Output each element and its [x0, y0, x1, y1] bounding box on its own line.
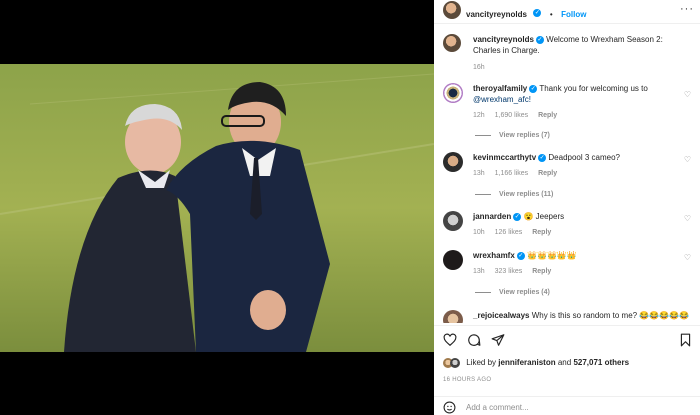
- post-header: vancityreynolds ✓ • Follow ···: [434, 0, 700, 20]
- comment-avatar[interactable]: [443, 83, 463, 103]
- verified-badge-icon: ✓: [533, 8, 542, 17]
- separator-dot: •: [549, 10, 553, 19]
- instagram-post-modal: vancityreynolds ✓ • Follow ··· vancityre…: [0, 0, 700, 415]
- comment-likes[interactable]: 1,690 likes: [495, 112, 528, 119]
- view-replies-line: [475, 134, 491, 136]
- comment-age: 13h: [473, 170, 485, 177]
- comment-age: 13h: [473, 268, 485, 275]
- caption-item: vancityreynolds ✓ Welcome to Wrexham Seas…: [443, 34, 693, 74]
- verified-badge-icon: ✓: [538, 153, 547, 162]
- caption-meta: 16h: [473, 62, 493, 73]
- reply-button[interactable]: Reply: [532, 268, 551, 275]
- caption-author-avatar[interactable]: [443, 34, 461, 52]
- post-side-panel: vancityreynolds ✓ • Follow ··· vancityre…: [434, 0, 700, 415]
- comment-text: Thank you for welcoming us to: [539, 84, 648, 93]
- comment-item: jannarden ✓ 😮 Jeepers 10h 126 likes Reply…: [443, 211, 693, 241]
- comment-bubble-icon[interactable]: [467, 333, 481, 347]
- follow-button[interactable]: Follow: [561, 10, 586, 19]
- liked-by-line: Liked by jenniferaniston and 527,071 oth…: [443, 358, 629, 368]
- comment-likes[interactable]: 1,166 likes: [495, 170, 528, 177]
- post-media: [0, 0, 434, 415]
- post-timestamp: 16 HOURS AGO: [443, 377, 492, 383]
- liked-by-username[interactable]: jenniferaniston: [498, 358, 555, 367]
- save-bookmark-icon[interactable]: [679, 333, 692, 347]
- comment-avatar[interactable]: [443, 211, 463, 231]
- comment-avatar[interactable]: [443, 310, 463, 323]
- comment-mention-link[interactable]: @wrexham_afc!: [473, 95, 531, 104]
- view-replies-line: [475, 193, 491, 195]
- comment-text: Why is this so random to me? 😂😂😂😂😂: [531, 311, 690, 320]
- comment-username[interactable]: wrexhamfx: [473, 251, 515, 260]
- comment-avatar[interactable]: [443, 152, 463, 172]
- verified-badge-icon: ✓: [513, 212, 522, 221]
- comment-meta: 13h 1,166 likes Reply: [473, 168, 565, 179]
- view-replies-line: [475, 291, 491, 293]
- comment-meta: 12h 1,690 likes Reply: [473, 110, 565, 121]
- verified-badge-icon: ✓: [516, 251, 525, 260]
- reply-button[interactable]: Reply: [538, 170, 557, 177]
- actions-divider: [434, 325, 700, 326]
- comment-likes[interactable]: 126 likes: [495, 229, 523, 236]
- post-photo-illustration: [0, 64, 434, 352]
- comment-username[interactable]: _rejoicealways: [473, 311, 529, 320]
- verified-badge-icon: ✓: [529, 84, 538, 93]
- author-username[interactable]: vancityreynolds: [466, 10, 527, 19]
- comment-meta: 10h 126 likes Reply: [473, 227, 559, 238]
- comment-meta: 13h 323 likes Reply: [473, 266, 559, 277]
- comment-text: 👑👑👑👑👑: [527, 251, 577, 260]
- caption-author-username[interactable]: vancityreynolds: [473, 35, 534, 44]
- comment-item: _rejoicealways Why is this so random to …: [443, 310, 693, 323]
- view-replies-label: View replies (11): [499, 191, 554, 198]
- comment-age: 10h: [473, 229, 485, 236]
- comment-text: Deadpool 3 cameo?: [548, 153, 620, 162]
- comment-username[interactable]: kevinmccarthytv: [473, 153, 536, 162]
- view-replies-label: View replies (4): [499, 289, 550, 296]
- comment-item: kevinmccarthytv ✓ Deadpool 3 cameo? 13h 1…: [443, 152, 693, 212]
- add-comment-input[interactable]: Add a comment...: [466, 403, 529, 412]
- view-replies-button[interactable]: View replies (4): [475, 287, 550, 298]
- post-actions: [443, 333, 693, 349]
- comment-like-heart-icon[interactable]: ♡: [684, 154, 691, 165]
- comment-like-heart-icon[interactable]: ♡: [684, 252, 691, 263]
- view-replies-button[interactable]: View replies (11): [475, 189, 553, 200]
- comments-list[interactable]: vancityreynolds ✓ Welcome to Wrexham Seas…: [434, 28, 700, 323]
- post-photo[interactable]: [0, 64, 434, 352]
- comment-item: wrexhamfx ✓ 👑👑👑👑👑 13h 323 likes Reply ♡ V…: [443, 250, 693, 310]
- add-comment-bar: Add a comment...: [434, 398, 700, 415]
- reply-button[interactable]: Reply: [532, 229, 551, 236]
- comment-text: 😮 Jeepers: [523, 212, 565, 221]
- liked-by-others-count[interactable]: 527,071 others: [573, 358, 629, 367]
- like-heart-icon[interactable]: [443, 333, 457, 347]
- author-avatar[interactable]: [443, 1, 461, 19]
- comment-username[interactable]: theroyalfamily: [473, 84, 527, 93]
- comment-likes[interactable]: 323 likes: [495, 268, 523, 275]
- more-options-icon[interactable]: ···: [680, 3, 694, 15]
- comment-like-heart-icon[interactable]: ♡: [684, 213, 691, 224]
- comment-username[interactable]: jannarden: [473, 212, 511, 221]
- liker-avatar[interactable]: [450, 358, 460, 368]
- comment-age: 12h: [473, 112, 485, 119]
- view-replies-label: View replies (7): [499, 132, 550, 139]
- comment-avatar[interactable]: [443, 250, 463, 270]
- emoji-smiley-icon[interactable]: [443, 401, 456, 414]
- liked-by-label: Liked by: [466, 358, 497, 368]
- add-comment-divider: [434, 396, 700, 397]
- comment-item: theroyalfamily ✓ Thank you for welcoming …: [443, 83, 693, 143]
- header-divider: [434, 23, 700, 24]
- share-paper-plane-icon[interactable]: [491, 333, 505, 347]
- comment-like-heart-icon[interactable]: ♡: [684, 89, 691, 100]
- caption-age: 16h: [473, 64, 485, 71]
- verified-badge-icon: ✓: [535, 35, 544, 44]
- view-replies-button[interactable]: View replies (7): [475, 130, 550, 141]
- reply-button[interactable]: Reply: [538, 112, 557, 119]
- liked-by-and: and: [557, 358, 572, 368]
